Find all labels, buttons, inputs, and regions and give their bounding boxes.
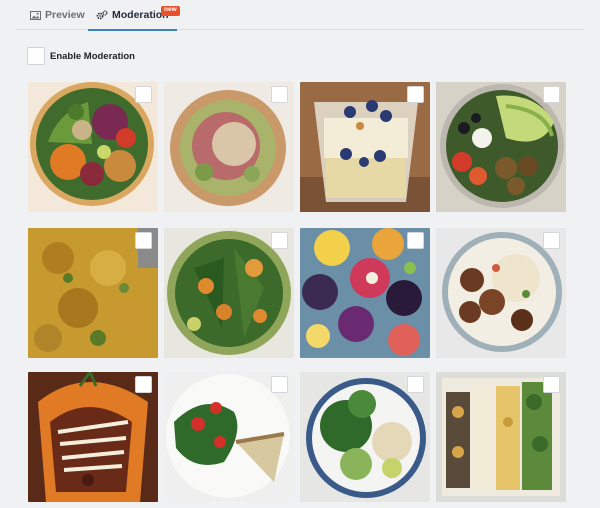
gears-icon — [96, 9, 108, 21]
gallery-item[interactable] — [300, 228, 430, 358]
gallery-item[interactable] — [436, 82, 566, 212]
enable-moderation-row: Enable Moderation — [27, 47, 135, 65]
gallery-item[interactable] — [300, 372, 430, 502]
select-checkbox[interactable] — [271, 376, 288, 393]
select-checkbox[interactable] — [135, 86, 152, 103]
select-checkbox[interactable] — [407, 86, 424, 103]
tab-moderation[interactable]: Moderation — [88, 0, 177, 31]
tab-preview[interactable]: Preview — [30, 0, 85, 30]
gallery-item[interactable] — [164, 228, 294, 358]
tab-label: Preview — [45, 9, 85, 21]
select-checkbox[interactable] — [135, 376, 152, 393]
enable-moderation-checkbox[interactable] — [27, 47, 45, 65]
select-checkbox[interactable] — [543, 376, 560, 393]
image-icon — [30, 10, 41, 20]
gallery-item[interactable] — [164, 82, 294, 212]
select-checkbox[interactable] — [135, 232, 152, 249]
gallery-item[interactable] — [300, 82, 430, 212]
gallery-item[interactable] — [436, 228, 566, 358]
tab-bar: Preview Moderation new — [16, 0, 584, 31]
select-checkbox[interactable] — [543, 86, 560, 103]
gallery-item[interactable] — [28, 82, 158, 212]
gallery-item[interactable] — [436, 372, 566, 502]
select-checkbox[interactable] — [271, 86, 288, 103]
select-checkbox[interactable] — [271, 232, 288, 249]
select-checkbox[interactable] — [407, 232, 424, 249]
new-badge: new — [161, 6, 180, 16]
gallery-item[interactable] — [28, 228, 158, 358]
gallery-item[interactable] — [164, 372, 294, 502]
enable-moderation-label: Enable Moderation — [50, 50, 135, 62]
select-checkbox[interactable] — [407, 376, 424, 393]
gallery-item[interactable] — [28, 372, 158, 502]
select-checkbox[interactable] — [543, 232, 560, 249]
